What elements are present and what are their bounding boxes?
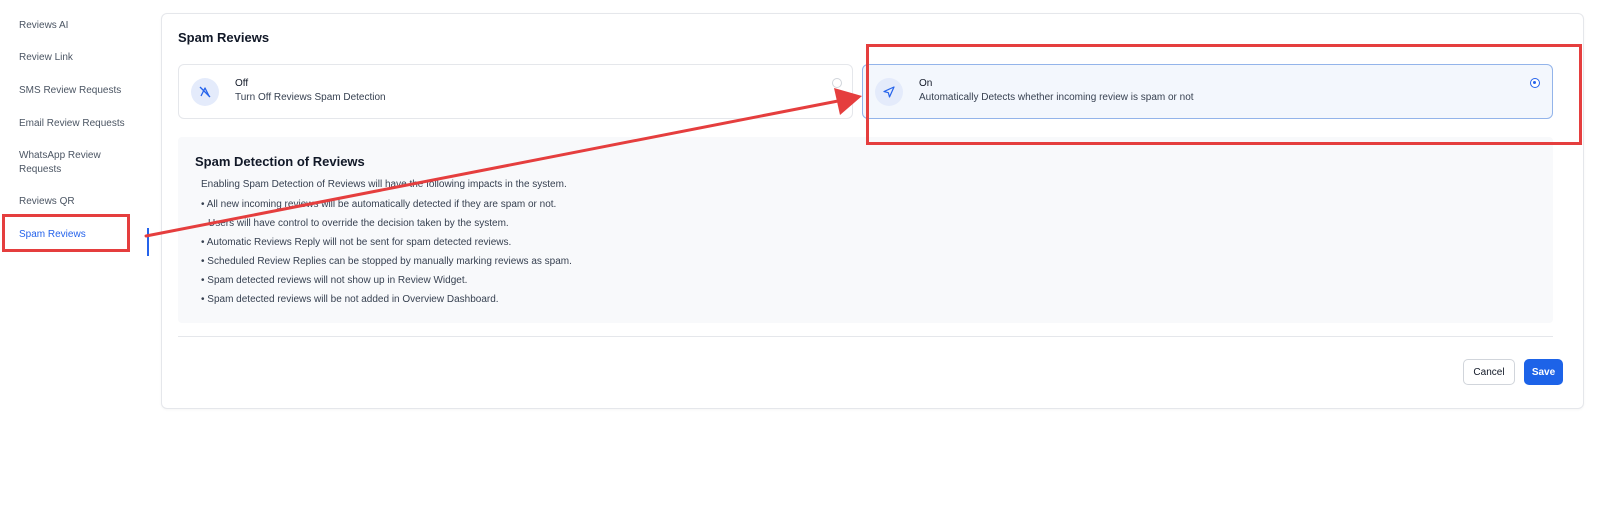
sidebar: Reviews AI Review Link SMS Review Reques… xyxy=(0,0,150,506)
sidebar-item-spam-reviews[interactable]: Spam Reviews xyxy=(19,228,129,242)
divider xyxy=(178,336,1553,337)
info-title: Spam Detection of Reviews xyxy=(195,154,365,169)
option-off[interactable]: Off Turn Off Reviews Spam Detection xyxy=(178,64,853,119)
list-item: Spam detected reviews will be not added … xyxy=(201,293,572,312)
list-item: All new incoming reviews will be automat… xyxy=(201,198,572,217)
save-button[interactable]: Save xyxy=(1524,359,1563,385)
page-title: Spam Reviews xyxy=(178,30,270,45)
sidebar-item-whatsapp-review-requests[interactable]: WhatsApp Review Requests xyxy=(19,149,114,177)
option-off-title: Off xyxy=(235,78,249,89)
list-item: Automatic Reviews Reply will not be sent… xyxy=(201,236,572,255)
info-intro: Enabling Spam Detection of Reviews will … xyxy=(201,179,567,190)
sidebar-item-reviews-qr[interactable]: Reviews QR xyxy=(19,195,129,209)
cancel-button[interactable]: Cancel xyxy=(1463,359,1515,385)
sidebar-active-indicator xyxy=(147,228,149,256)
sidebar-item-sms-review-requests[interactable]: SMS Review Requests xyxy=(19,84,129,98)
option-off-radio[interactable] xyxy=(832,78,842,88)
option-on[interactable]: On Automatically Detects whether incomin… xyxy=(862,64,1553,119)
list-item: Scheduled Review Replies can be stopped … xyxy=(201,255,572,274)
sidebar-item-email-review-requests[interactable]: Email Review Requests xyxy=(19,117,129,131)
info-panel: Spam Detection of Reviews Enabling Spam … xyxy=(178,137,1553,323)
option-off-description: Turn Off Reviews Spam Detection xyxy=(235,92,386,103)
list-item: Users will have control to override the … xyxy=(208,218,509,229)
option-on-radio[interactable] xyxy=(1530,78,1540,88)
info-list: All new incoming reviews will be automat… xyxy=(201,198,572,312)
disable-icon xyxy=(191,78,219,106)
option-on-description: Automatically Detects whether incoming r… xyxy=(919,92,1194,103)
sidebar-item-reviews-ai[interactable]: Reviews AI xyxy=(19,19,129,33)
sidebar-item-review-link[interactable]: Review Link xyxy=(19,51,129,65)
option-on-title: On xyxy=(919,78,933,89)
send-icon xyxy=(875,78,903,106)
list-item: Spam detected reviews will not show up i… xyxy=(201,274,572,293)
settings-card: Spam Reviews Off Turn Off Reviews Spam D… xyxy=(161,13,1584,409)
